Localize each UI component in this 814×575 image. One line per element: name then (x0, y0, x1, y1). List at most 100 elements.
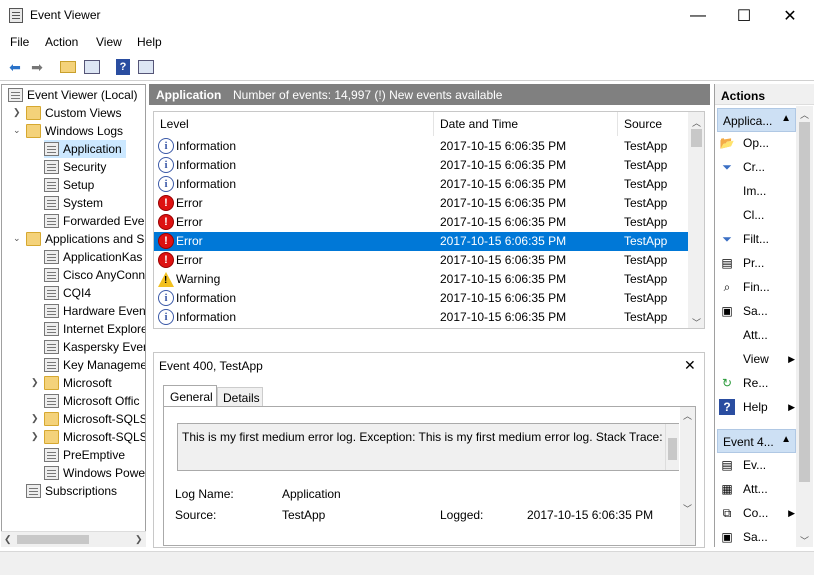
actions-section-event[interactable]: Event 4... ▲ (717, 429, 796, 453)
help-book-icon[interactable]: ? (113, 57, 133, 77)
action-item[interactable]: ▣ Sa... (719, 300, 797, 322)
tree-item-windows-powershell[interactable]: Windows Powe (44, 464, 145, 482)
action-item[interactable]: Att... (719, 324, 797, 346)
column-header-date[interactable]: Date and Time (434, 112, 618, 136)
scroll-up-icon[interactable]: ︿ (692, 116, 701, 129)
tree-item-cqi4[interactable]: CQI4 (44, 284, 91, 302)
tab-details[interactable]: Details (217, 387, 263, 407)
tree-item-security[interactable]: Security (44, 158, 106, 176)
actions-vertical-scrollbar[interactable]: ︿ ﹀ (796, 106, 813, 547)
scrollbar-thumb[interactable] (799, 122, 810, 482)
show-hide-action-pane-icon[interactable] (136, 57, 156, 77)
expand-chevron-icon[interactable]: ❯ (31, 431, 39, 442)
action-item[interactable]: ? Help ▶ (719, 396, 797, 418)
tree-item-microsoft-sqls-2[interactable]: ❯ Microsoft-SQLS (31, 428, 145, 446)
collapse-chevron-icon[interactable]: ⌄ (13, 233, 21, 244)
scrollbar-thumb[interactable] (17, 535, 89, 544)
action-item[interactable]: ▦ Att... (719, 478, 797, 500)
action-item[interactable]: ⌕ Fin... (719, 276, 797, 298)
actions-section-application[interactable]: Applica... ▲ (717, 108, 796, 132)
action-item[interactable]: ⧉ Co... ▶ (719, 502, 797, 524)
close-icon[interactable]: ✕ (684, 357, 696, 374)
tree-item-setup[interactable]: Setup (44, 176, 94, 194)
menu-view[interactable]: View (96, 35, 122, 49)
menu-help[interactable]: Help (137, 35, 162, 49)
action-item[interactable]: ⏷ Filt... (719, 228, 797, 250)
tree-item-system[interactable]: System (44, 194, 103, 212)
menu-file[interactable]: File (10, 35, 29, 49)
tree-item-microsoft-sqls-1[interactable]: ❯ Microsoft-SQLS (31, 410, 145, 428)
action-item[interactable]: ↻ Re... (719, 372, 797, 394)
action-item[interactable]: 📂 Op... (719, 132, 797, 154)
tree-item-microsoft[interactable]: ❯ Microsoft (31, 374, 112, 392)
minimize-button[interactable]: — (675, 0, 721, 31)
action-item[interactable]: Cl... (719, 204, 797, 226)
tree-item-subscriptions[interactable]: Subscriptions (26, 482, 117, 500)
event-row[interactable]: i Information 2017-10-15 6:06:35 PM TestApp (154, 137, 689, 156)
forward-arrow-icon[interactable]: ➡ (27, 57, 47, 77)
event-row[interactable]: i Information 2017-10-15 6:06:35 PM TestApp (154, 308, 689, 327)
menu-action[interactable]: Action (45, 35, 78, 49)
back-arrow-icon[interactable]: ⬅ (5, 57, 25, 77)
general-tab-scrollbar[interactable]: ︿ ﹀ (680, 407, 695, 545)
save-icon: ▣ (721, 530, 733, 544)
scroll-down-icon[interactable]: ﹀ (800, 534, 809, 547)
event-row[interactable]: i Information 2017-10-15 6:06:35 PM TestApp (154, 289, 689, 308)
tree-item-forwarded-events[interactable]: Forwarded Even (44, 212, 145, 230)
tree-item-applicationkas[interactable]: ApplicationKas (44, 248, 142, 266)
event-message-box[interactable]: This is my first medium error log. Excep… (177, 423, 679, 471)
event-row[interactable]: ! Error 2017-10-15 6:06:35 PM TestApp (154, 232, 689, 251)
collapse-up-icon[interactable]: ▲ (781, 434, 791, 445)
tab-general[interactable]: General (163, 385, 217, 407)
tree-item-microsoft-office[interactable]: Microsoft Offic (44, 392, 139, 410)
show-hide-console-tree-icon[interactable] (82, 57, 102, 77)
scroll-down-icon[interactable]: ﹀ (692, 316, 701, 328)
scroll-up-icon[interactable]: ︿ (800, 108, 809, 121)
events-vertical-scrollbar[interactable]: ︿ ﹀ (688, 112, 704, 328)
action-item[interactable]: Im... (719, 180, 797, 202)
expand-chevron-icon[interactable]: ❯ (31, 377, 39, 388)
tree-item-application[interactable]: Application (44, 140, 126, 158)
tree-item-kaspersky-events[interactable]: Kaspersky Even (44, 338, 145, 356)
event-row[interactable]: ! Error 2017-10-15 6:06:35 PM TestApp (154, 251, 689, 270)
action-label: View (743, 352, 769, 366)
action-item[interactable]: ⏷ Cr... (719, 156, 797, 178)
scroll-left-icon[interactable]: ❮ (4, 534, 12, 545)
up-folder-icon[interactable] (58, 57, 78, 77)
tree-item-key-management[interactable]: Key Manageme (44, 356, 145, 374)
event-level: Error (176, 253, 203, 267)
tree-item-windows-logs[interactable]: ⌄ Windows Logs (13, 122, 123, 140)
expand-chevron-icon[interactable]: ❯ (13, 107, 21, 118)
column-header-source[interactable]: Source (618, 112, 688, 136)
tree-item-preemptive[interactable]: PreEmptive (44, 446, 125, 464)
scrollbar-thumb[interactable] (691, 129, 702, 147)
action-item[interactable]: ▤ Ev... (719, 454, 797, 476)
action-item[interactable]: ▣ Sa... (719, 526, 797, 547)
event-viewer-app-icon (9, 8, 23, 23)
collapse-up-icon[interactable]: ▲ (781, 113, 791, 124)
event-row[interactable]: ! Error 2017-10-15 6:06:35 PM TestApp (154, 194, 689, 213)
tree-item-hardware-events[interactable]: Hardware Even (44, 302, 145, 320)
tree-item-cisco-anyconnect[interactable]: Cisco AnyConn (44, 266, 145, 284)
column-header-level[interactable]: Level (154, 112, 434, 136)
event-row[interactable]: i Information 2017-10-15 6:06:35 PM TestApp (154, 156, 689, 175)
tree-item-applications-and-services[interactable]: ⌄ Applications and S (13, 230, 144, 248)
message-scrollbar[interactable] (665, 424, 679, 470)
tree-item-custom-views[interactable]: ❯ Custom Views (13, 104, 121, 122)
collapse-chevron-icon[interactable]: ⌄ (13, 125, 21, 136)
action-item[interactable]: ▤ Pr... (719, 252, 797, 274)
event-row[interactable]: ! Warning 2017-10-15 6:06:35 PM TestApp (154, 270, 689, 289)
close-button[interactable]: ✕ (767, 0, 813, 31)
scrollbar-thumb[interactable] (668, 438, 677, 460)
tree-horizontal-scrollbar[interactable]: ❮ ❯ (1, 531, 146, 547)
expand-chevron-icon[interactable]: ❯ (31, 413, 39, 424)
event-row[interactable]: ! Error 2017-10-15 6:06:35 PM TestApp (154, 213, 689, 232)
scroll-up-icon[interactable]: ︿ (683, 409, 692, 422)
tree-root[interactable]: Event Viewer (Local) (8, 86, 138, 104)
tree-item-internet-explorer[interactable]: Internet Explore (44, 320, 145, 338)
maximize-button[interactable]: ☐ (721, 0, 767, 31)
event-row[interactable]: i Information 2017-10-15 6:06:35 PM TestApp (154, 175, 689, 194)
scroll-down-icon[interactable]: ﹀ (683, 502, 692, 515)
scroll-right-icon[interactable]: ❯ (135, 534, 143, 545)
action-item[interactable]: View ▶ (719, 348, 797, 370)
